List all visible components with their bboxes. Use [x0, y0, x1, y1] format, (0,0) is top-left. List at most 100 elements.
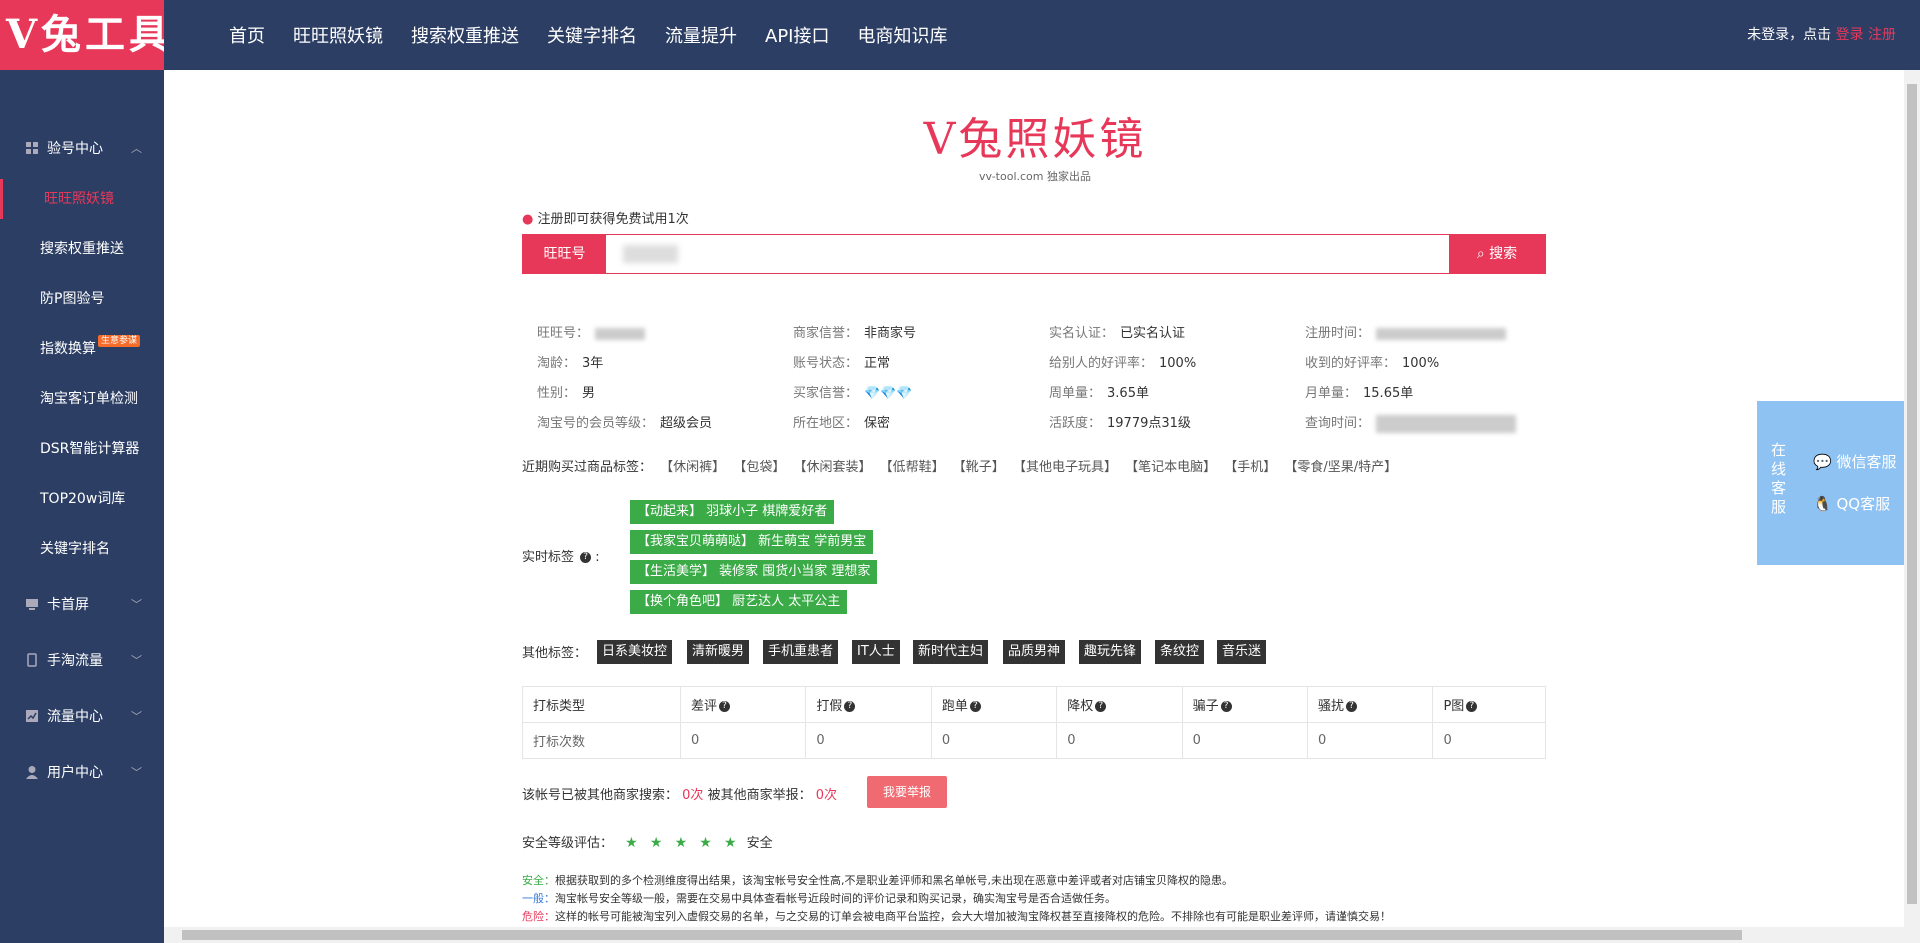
info-label: 旺旺号：: [537, 326, 590, 341]
help-icon[interactable]: ?: [1466, 701, 1478, 712]
search-input[interactable]: [606, 235, 1449, 273]
report-count: 0次: [815, 788, 838, 803]
report-text: 该帐号已被其他商家搜索：: [522, 788, 679, 803]
sidebar-item-keyword-rank[interactable]: 关键字排名: [0, 529, 164, 569]
sidebar-item-anti-p[interactable]: 防P图验号: [0, 279, 164, 319]
nav-home[interactable]: 首页: [229, 22, 265, 48]
info-buyer-credit: 买家信誉： 💎💎💎: [793, 382, 913, 401]
help-icon[interactable]: ?: [969, 701, 981, 712]
login-area: 未登录，点击 登录 注册: [1747, 0, 1896, 70]
nav-api[interactable]: API接口: [765, 22, 829, 48]
help-icon[interactable]: ?: [844, 701, 856, 712]
help-icon[interactable]: ?: [1220, 701, 1232, 712]
sidebar-group-traffic-center[interactable]: 流量中心 ﹀: [0, 698, 164, 734]
info-label: 商家信誉：: [793, 326, 859, 341]
search-button[interactable]: ⌕ 搜索: [1449, 235, 1545, 273]
note-text: 这样的帐号可能被淘宝列入虚假交易的名单，与之交易的订单会被电商平台监控，会大大增…: [555, 910, 1391, 923]
info-value: 15.65单: [1363, 386, 1414, 401]
info-label: 淘龄：: [537, 356, 577, 371]
sidebar-group-verify[interactable]: 验号中心 ︿: [0, 130, 164, 166]
table-header: 跑单?: [930, 686, 1058, 723]
nav-traffic-boost[interactable]: 流量提升: [665, 22, 737, 48]
recent-tag: 【其他电子玩具】: [1012, 460, 1117, 475]
sidebar-group-user-center[interactable]: 用户中心 ﹀: [0, 754, 164, 790]
info-wangwang: 旺旺号：: [537, 322, 646, 341]
other-tag: 清新暖男: [687, 640, 750, 664]
info-label: 买家信誉：: [793, 386, 859, 401]
info-value: 19779点31级: [1107, 416, 1191, 431]
info-gender: 性别： 男: [537, 382, 595, 401]
table-header: 骚扰?: [1307, 686, 1434, 723]
star-icon: ★: [674, 835, 688, 851]
info-reg-time: 注册时间：: [1305, 322, 1507, 341]
scrollbar-thumb[interactable]: [1907, 84, 1917, 904]
table-header: P图?: [1432, 686, 1546, 723]
diamond-icon: 💎💎💎: [864, 386, 913, 401]
info-realname: 实名认证： 已实名认证: [1049, 322, 1185, 341]
login-link[interactable]: 登录: [1836, 27, 1864, 43]
search-icon: ⌕: [1476, 246, 1485, 262]
realtime-label-text: 实时标签: [522, 550, 575, 565]
search-count: 0次: [682, 788, 704, 803]
report-button[interactable]: 我要举报: [867, 776, 947, 808]
chevron-down-icon: ﹀: [131, 766, 142, 779]
info-label: 实名认证：: [1049, 326, 1115, 341]
help-icon[interactable]: ?: [580, 552, 592, 563]
info-value: 男: [582, 386, 596, 401]
header-label: 降权: [1067, 699, 1094, 714]
realtime-tags-label: 实时标签 ? :: [522, 550, 600, 565]
info-value: 保密: [864, 416, 891, 431]
sidebar-item-index-convert[interactable]: 指数换算 生意参谋: [0, 329, 164, 369]
help-icon[interactable]: ?: [1095, 701, 1107, 712]
sidebar-item-search-weight[interactable]: 搜索权重推送: [0, 229, 164, 269]
header-label: 骗子: [1192, 699, 1219, 714]
info-good-rate-give: 给别人的好评率： 100%: [1049, 352, 1196, 371]
info-label: 活跃度：: [1049, 416, 1102, 431]
qq-icon: 🐧: [1813, 495, 1832, 513]
sidebar-group-label: 手淘流量: [47, 653, 103, 669]
note-label: 安全：: [522, 874, 555, 887]
phone-icon: [27, 653, 37, 667]
help-icon[interactable]: ?: [1346, 701, 1358, 712]
recent-tag: 【零食/坚果/特产】: [1284, 460, 1398, 475]
help-icon[interactable]: ?: [719, 701, 731, 712]
sidebar-item-top20w[interactable]: TOP20w词库: [0, 479, 164, 519]
info-age: 淘龄： 3年: [537, 352, 603, 371]
info-seller-credit: 商家信誉： 非商家号: [793, 322, 916, 341]
service-vertical-label[interactable]: 在线客服: [1771, 441, 1789, 517]
nav-keyword-rank[interactable]: 关键字排名: [547, 22, 637, 48]
table-row: 打标次数 0 0 0 0 0 0 0: [521, 722, 1546, 759]
wechat-service[interactable]: 💬 微信客服: [1813, 451, 1896, 472]
horizontal-scrollbar[interactable]: [164, 927, 1904, 943]
note-safe: 安全：根据获取到的多个检测维度得出结果，该淘宝帐号安全性高,不是职业差评师和黑名…: [522, 872, 1391, 890]
info-region: 所在地区： 保密: [793, 412, 890, 431]
nav-wangwang-mirror[interactable]: 旺旺照妖镜: [293, 22, 383, 48]
scrollbar-thumb[interactable]: [182, 930, 1742, 940]
recent-tag: 【低帮鞋】: [879, 460, 945, 475]
sidebar-group-mobile-traffic[interactable]: 手淘流量 ﹀: [0, 642, 164, 678]
site-logo[interactable]: V兔工具: [0, 0, 164, 70]
info-month-orders: 月单量： 15.65单: [1305, 382, 1413, 401]
info-value: 3年: [582, 356, 604, 371]
sidebar-item-wangwang-mirror[interactable]: 旺旺照妖镜: [0, 179, 164, 219]
info-query-time: 查询时间：: [1305, 412, 1517, 433]
register-link[interactable]: 注册: [1868, 27, 1896, 43]
nav-knowledge-base[interactable]: 电商知识库: [857, 22, 947, 48]
sidebar-item-taoke-order[interactable]: 淘宝客订单检测: [0, 379, 164, 419]
top-bar: V兔工具 首页 旺旺照妖镜 搜索权重推送 关键字排名 流量提升 API接口 电商…: [0, 0, 1920, 70]
info-label: 周单量：: [1049, 386, 1102, 401]
other-tag: 新时代主妇: [913, 640, 989, 664]
sidebar-group-first-screen[interactable]: 卡首屏 ﹀: [0, 586, 164, 622]
star-icon: ★: [723, 835, 737, 851]
table-header: 降权?: [1056, 686, 1183, 723]
nav-search-weight[interactable]: 搜索权重推送: [411, 22, 519, 48]
chevron-down-icon: ﹀: [131, 710, 142, 723]
table-cell: 0: [930, 722, 1058, 759]
other-tag: IT人士: [852, 640, 900, 664]
flag-stats-table: 打标类型 差评? 打假? 跑单? 降权? 骗子? 骚扰? P图? 打标次数 0 …: [521, 686, 1546, 759]
qq-service[interactable]: 🐧 QQ客服: [1813, 493, 1890, 514]
info-week-orders: 周单量： 3.65单: [1049, 382, 1149, 401]
vertical-scrollbar[interactable]: [1904, 70, 1920, 943]
note-normal: 一般：淘宝帐号安全等级一般，需要在交易中具体查看帐号近段时间的评价记录和购买记录…: [522, 890, 1391, 908]
sidebar-item-dsr-calc[interactable]: DSR智能计算器: [0, 429, 164, 469]
